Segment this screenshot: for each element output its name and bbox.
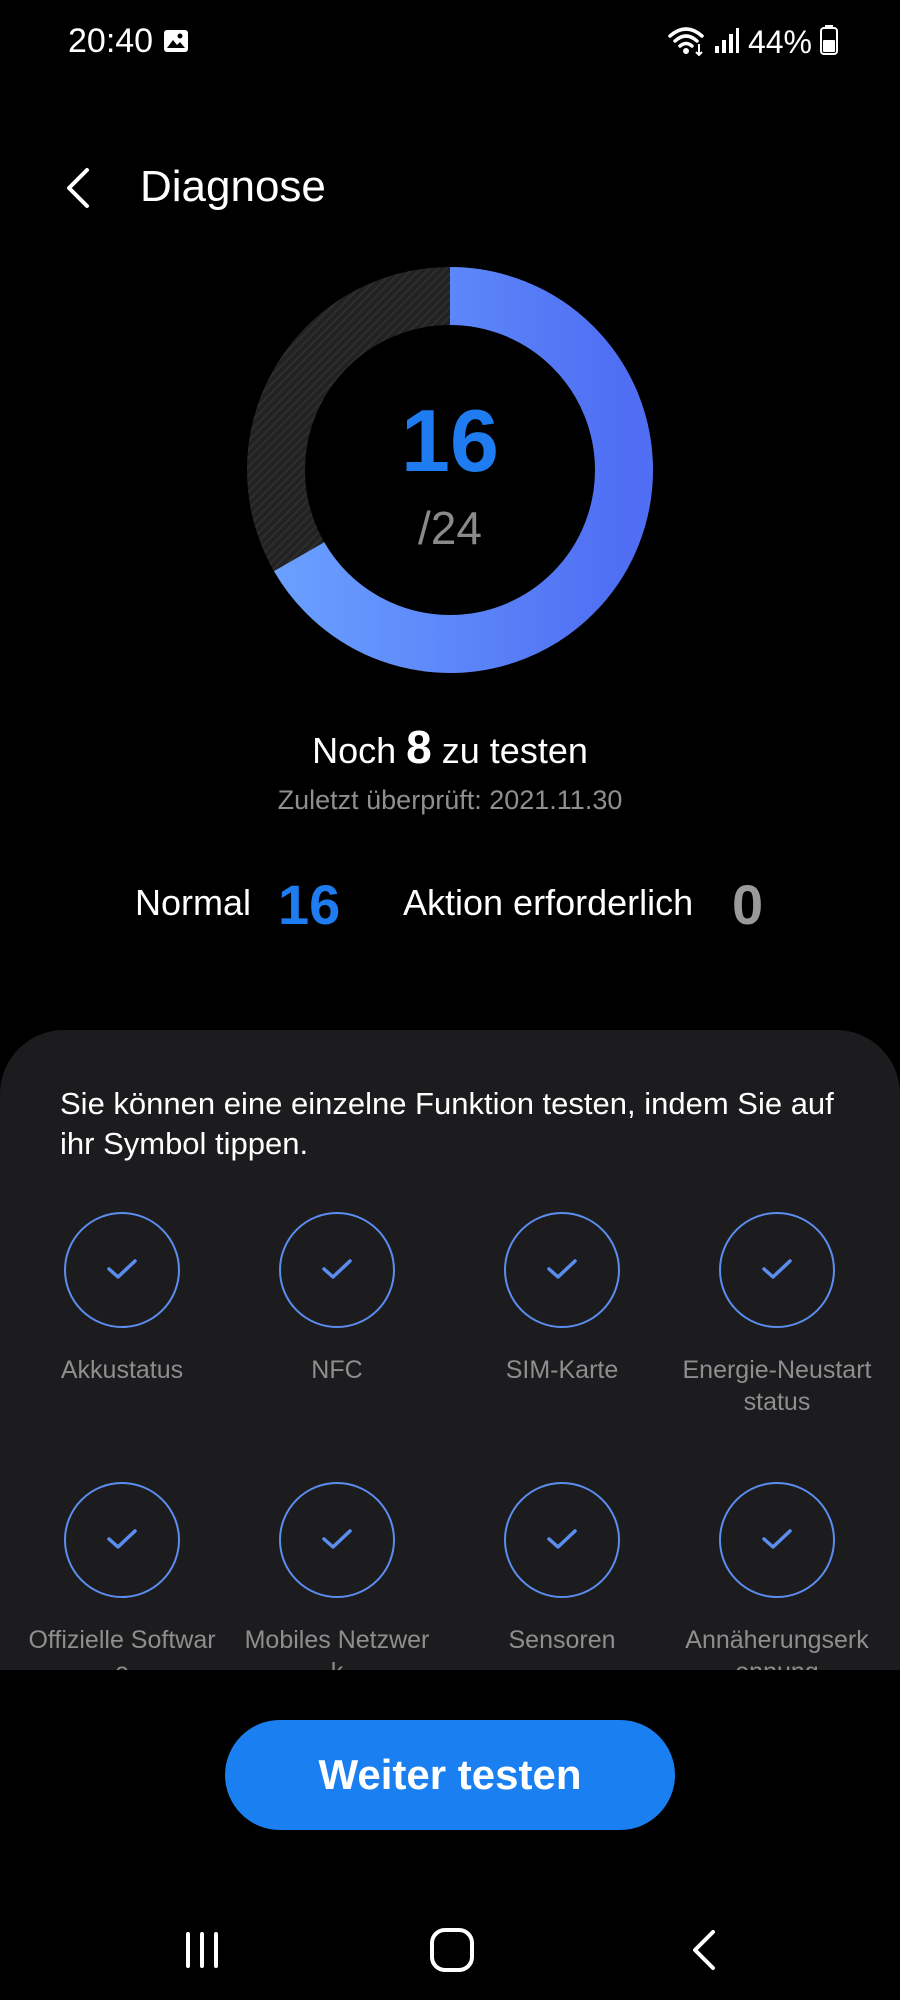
continue-testing-button[interactable]: Weiter testen — [225, 1720, 675, 1830]
normal-count: 16 — [278, 873, 341, 936]
check-icon — [107, 1529, 137, 1549]
back-icon — [693, 1930, 715, 1970]
tested-count: 16 — [401, 391, 499, 490]
total-count: /24 — [418, 502, 482, 554]
test-label: Offizielle Software — [28, 1626, 216, 1670]
test-status-circle[interactable] — [64, 1212, 180, 1328]
check-icon — [547, 1529, 577, 1549]
panel-hint-text: Sie können eine einzelne Funktion testen… — [60, 1086, 834, 1161]
check-icon — [762, 1529, 792, 1549]
test-item-mobile-network[interactable]: Mobiles Netzwerk — [237, 1482, 437, 1670]
signal-icon — [714, 26, 740, 59]
battery-percent: 44% — [747, 23, 812, 60]
app-header: Diagnose — [0, 140, 900, 240]
test-status-circle[interactable] — [279, 1482, 395, 1598]
image-icon — [163, 29, 189, 53]
test-status-circle[interactable] — [504, 1212, 620, 1328]
recent-apps-icon — [186, 1932, 218, 1968]
check-icon — [547, 1259, 577, 1279]
test-label: Mobiles Netzwerk — [244, 1626, 430, 1670]
check-icon — [107, 1259, 137, 1279]
remaining-count: 8 — [406, 721, 432, 773]
test-status-circle[interactable] — [64, 1482, 180, 1598]
action-required-count: 0 — [732, 873, 764, 936]
status-bar: 20:40 44% — [0, 0, 900, 84]
test-status-circle[interactable] — [719, 1482, 835, 1598]
diagnosis-progress-ring: 16 /24 — [245, 265, 655, 675]
last-checked-date: Zuletzt überprüft: 2021.11.30 — [277, 785, 623, 815]
test-item-battery[interactable]: Akkustatus — [22, 1212, 222, 1386]
remaining-prefix: Noch — [312, 730, 397, 771]
test-label: SIM-Karte — [505, 1356, 619, 1384]
recent-apps-button[interactable] — [162, 1920, 242, 1980]
check-icon — [762, 1259, 792, 1279]
check-icon — [322, 1529, 352, 1549]
test-item-proximity-detection[interactable]: Annäherungserkennung — [677, 1482, 877, 1670]
tests-panel[interactable]: Sie können eine einzelne Funktion testen… — [0, 1030, 900, 1670]
test-label: Akkustatus — [60, 1356, 184, 1384]
chevron-left-icon — [67, 168, 89, 208]
test-item-sim-card[interactable]: SIM-Karte — [462, 1212, 662, 1386]
result-summary: Normal 16 Aktion erforderlich 0 — [0, 872, 900, 942]
normal-label: Normal — [135, 882, 252, 923]
battery-icon — [820, 24, 838, 60]
test-label: Annäherungserkennung — [685, 1626, 869, 1670]
test-status-circle[interactable] — [504, 1482, 620, 1598]
system-back-button[interactable] — [664, 1920, 744, 1980]
test-status-circle[interactable] — [279, 1212, 395, 1328]
page-title: Diagnose — [140, 162, 326, 211]
test-item-power-restart-status[interactable]: Energie-Neustartstatus — [677, 1212, 877, 1418]
test-status-circle[interactable] — [719, 1212, 835, 1328]
remaining-suffix: zu testen — [441, 730, 588, 771]
test-item-nfc[interactable]: NFC — [237, 1212, 437, 1386]
wifi-icon — [666, 24, 706, 61]
home-button[interactable] — [412, 1920, 492, 1980]
test-label: Energie-Neustartstatus — [682, 1356, 872, 1416]
status-icons: 44% — [666, 20, 838, 64]
action-required-label: Aktion erforderlich — [403, 882, 694, 923]
system-nav-bar — [0, 1900, 900, 2000]
test-label: Sensoren — [508, 1626, 616, 1654]
remaining-tests-text: Noch 8 zu testen — [0, 720, 900, 774]
test-label: NFC — [311, 1356, 363, 1384]
home-icon — [430, 1928, 474, 1972]
test-item-sensors[interactable]: Sensoren — [462, 1482, 662, 1656]
test-item-official-software[interactable]: Offizielle Software — [22, 1482, 222, 1670]
check-icon — [322, 1259, 352, 1279]
back-button[interactable] — [50, 160, 106, 216]
status-time: 20:40 — [68, 22, 154, 60]
